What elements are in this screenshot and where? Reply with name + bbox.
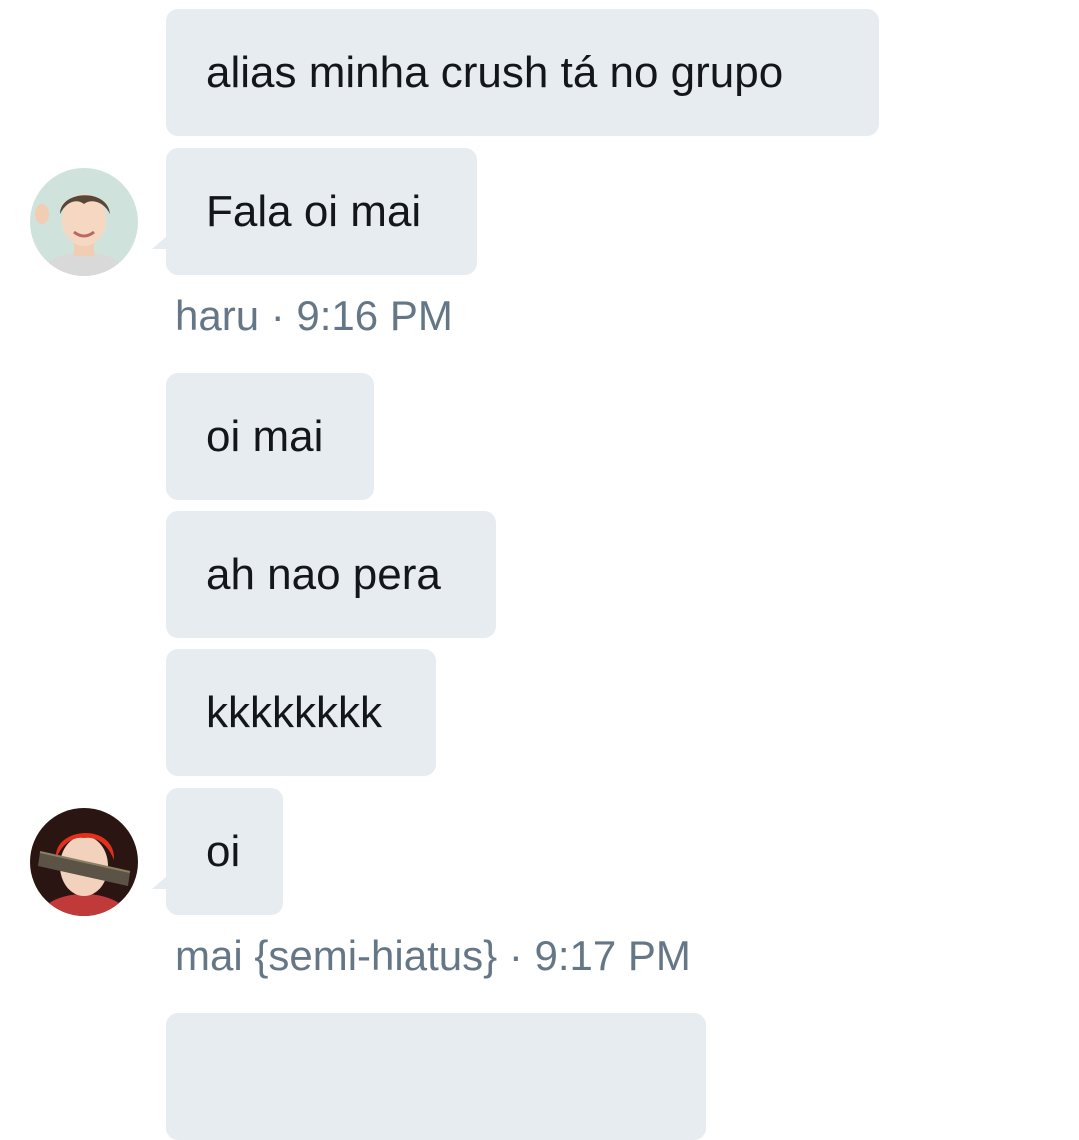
message-bubble[interactable]: oi mai [166, 373, 374, 500]
message-text: oi [206, 826, 241, 876]
message-meta: haru · 9:16 PM [175, 292, 453, 340]
sender-name[interactable]: haru [175, 292, 259, 339]
mai-avatar[interactable] [30, 808, 138, 916]
message-text: alias minha crush tá no grupo [206, 47, 784, 97]
meta-separator: · [508, 932, 523, 979]
message-meta: mai {semi-hiatus} · 9:17 PM [175, 932, 691, 980]
meta-separator: · [270, 292, 285, 339]
sender-name[interactable]: mai {semi-hiatus} [175, 932, 497, 979]
message-text: kkkkkkkk [206, 687, 382, 737]
message-bubble[interactable]: kkkkkkkk [166, 649, 436, 776]
message-text: oi mai [206, 411, 324, 461]
message-bubble[interactable]: alias minha crush tá no grupo [166, 9, 879, 136]
message-bubble-partial[interactable] [166, 1013, 706, 1140]
message-bubble[interactable]: oi [152, 788, 283, 915]
timestamp: 9:16 PM [296, 292, 453, 339]
message-bubble[interactable]: Fala oi mai [152, 148, 477, 275]
message-text: ah nao pera [206, 549, 441, 599]
message-bubble[interactable]: ah nao pera [166, 511, 496, 638]
avatar-image [30, 808, 138, 916]
timestamp: 9:17 PM [534, 932, 691, 979]
message-text: Fala oi mai [206, 186, 422, 236]
avatar-image [30, 168, 138, 276]
haru-avatar[interactable] [30, 168, 138, 276]
